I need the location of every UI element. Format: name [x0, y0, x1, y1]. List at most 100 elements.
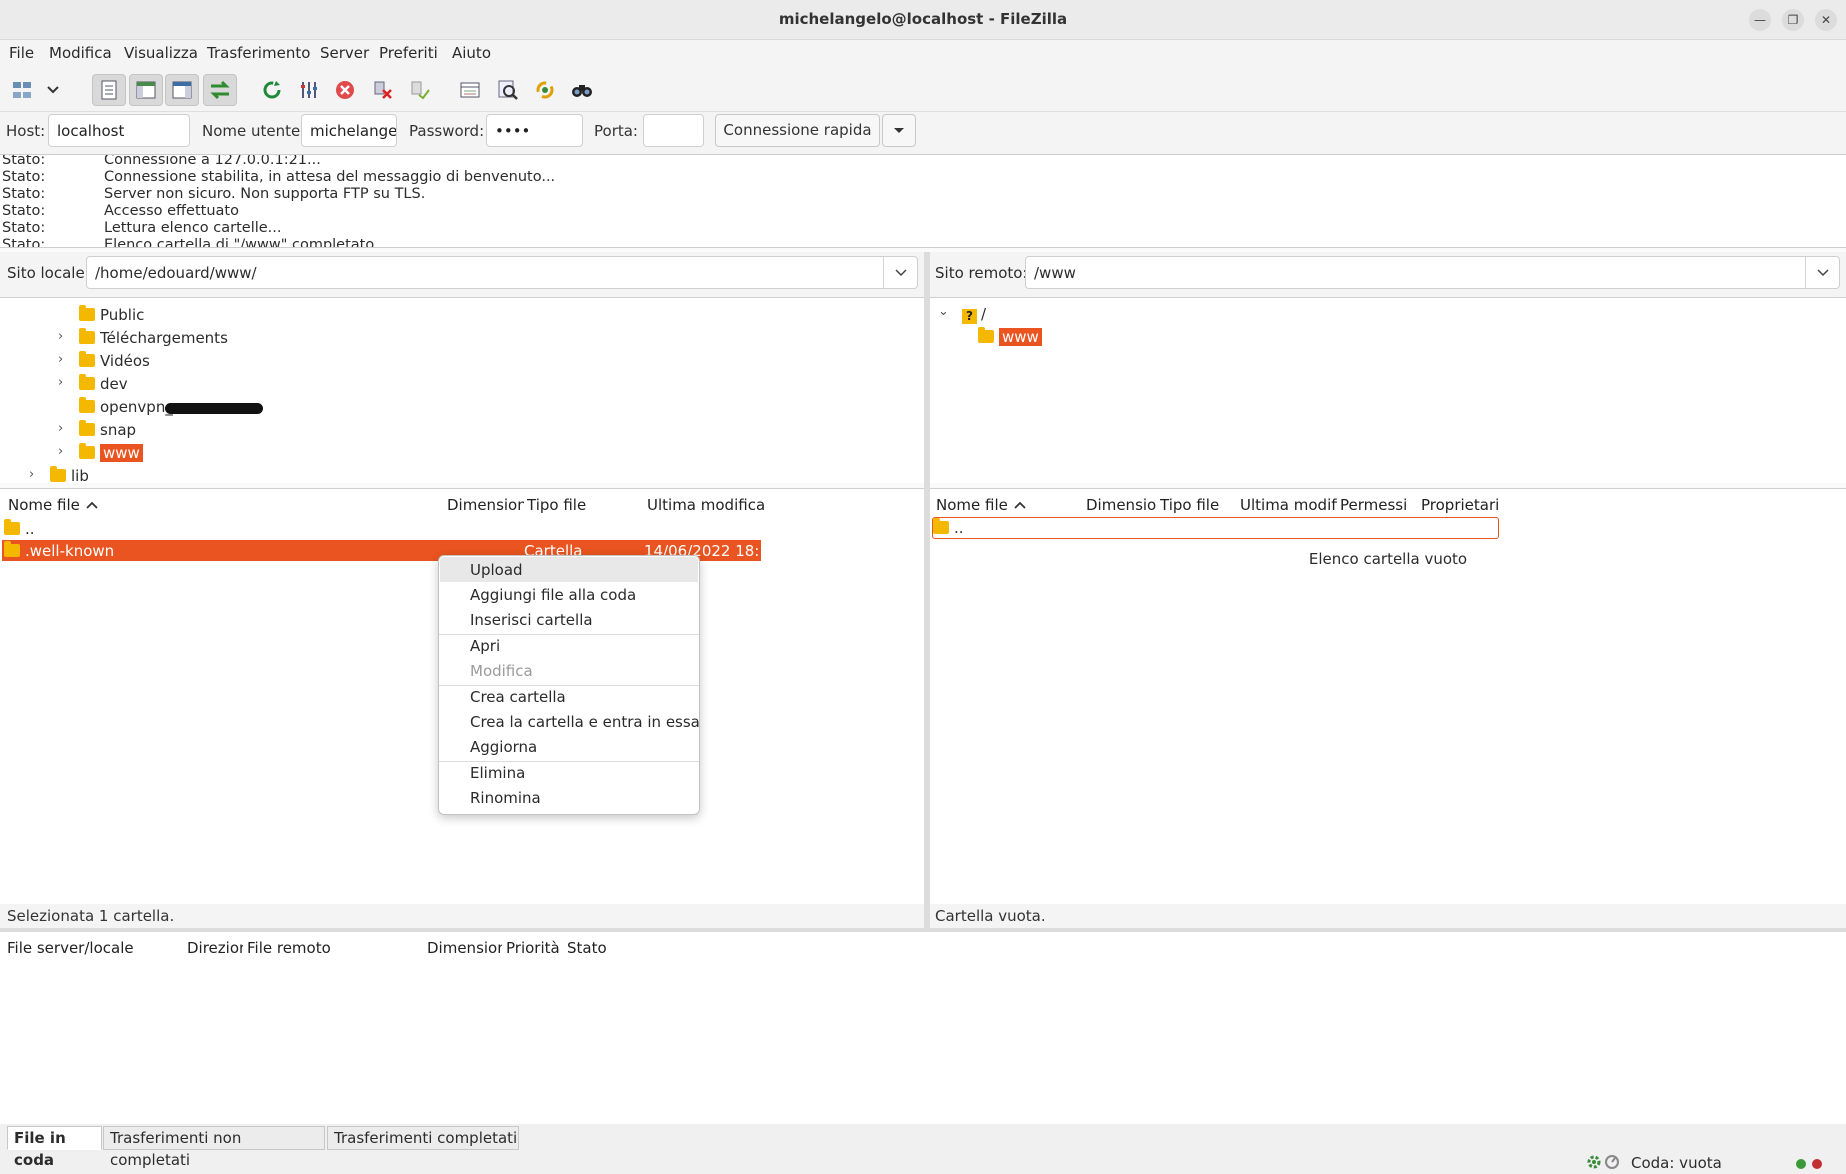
menu-visualizza[interactable]: Visualizza: [124, 44, 198, 62]
settings-gear-icon[interactable]: [1586, 1154, 1602, 1174]
chevron-down-icon[interactable]: [1805, 257, 1839, 288]
toolbar: [0, 68, 1846, 112]
menu-item-open[interactable]: Apri: [470, 637, 500, 655]
synchronized-browsing-icon[interactable]: [528, 74, 562, 106]
chevron-right-icon[interactable]: ›: [58, 444, 63, 459]
search-remote-icon[interactable]: [491, 74, 525, 106]
menu-trasferimento[interactable]: Trasferimento: [207, 44, 310, 62]
chevron-down-icon[interactable]: ⌄: [938, 304, 949, 319]
local-path-input[interactable]: /home/edouard/www/: [86, 256, 918, 289]
tab-trasferimenti-non-completati[interactable]: Trasferimenti non completati: [103, 1126, 325, 1169]
chevron-down-icon[interactable]: [883, 257, 917, 288]
menu-item-delete[interactable]: Elimina: [470, 764, 525, 782]
quickconnect-button[interactable]: Connessione rapida: [715, 114, 880, 147]
column-header-size[interactable]: Dimensione: [1086, 496, 1156, 514]
title-bar: michelangelo@localhost - FileZilla — ❐ ✕: [0, 0, 1846, 40]
menu-item-add-to-queue[interactable]: Aggiungi file alla coda: [470, 586, 636, 604]
quickconnect-dropdown-icon[interactable]: [882, 114, 916, 147]
host-label: Host:: [6, 122, 46, 140]
chevron-right-icon[interactable]: ›: [58, 352, 63, 367]
disconnect-icon[interactable]: [366, 74, 400, 106]
tree-item-selected[interactable]: www: [978, 326, 1042, 348]
reconnect-icon[interactable]: [403, 74, 437, 106]
column-header-type[interactable]: Tipo file: [1160, 496, 1219, 514]
tree-item[interactable]: snap: [79, 419, 136, 441]
remote-path-input[interactable]: /www: [1025, 256, 1840, 289]
password-input[interactable]: ••••: [486, 114, 583, 147]
file-name: .well-known: [4, 540, 114, 562]
column-header-type[interactable]: Tipo file: [527, 496, 586, 514]
remote-file-list: Nome file Dimensione Tipo file Ultima mo…: [930, 488, 1846, 904]
menu-item-create-folder[interactable]: Crea cartella: [470, 688, 566, 706]
chevron-right-icon[interactable]: ›: [58, 421, 63, 436]
tree-item[interactable]: dev: [79, 373, 128, 395]
queue-header-status[interactable]: Stato: [567, 939, 607, 957]
column-header-name[interactable]: Nome file: [8, 496, 99, 514]
tree-item[interactable]: openvpn_: [79, 396, 173, 418]
speed-limit-icon[interactable]: [1604, 1154, 1620, 1174]
cancel-icon[interactable]: [328, 74, 362, 106]
empty-list-message: Elenco cartella vuoto: [1308, 550, 1468, 568]
find-files-icon[interactable]: [565, 74, 599, 106]
username-input[interactable]: michelangel: [301, 114, 397, 147]
tab-file-in-coda[interactable]: File in coda: [7, 1126, 102, 1169]
restore-icon[interactable]: ❐: [1782, 9, 1804, 31]
column-header-size[interactable]: Dimensione: [447, 496, 524, 514]
menu-item-refresh[interactable]: Aggiorna: [470, 738, 537, 756]
menu-server[interactable]: Server: [320, 44, 369, 62]
tab-trasferimenti-completati[interactable]: Trasferimenti completati: [327, 1126, 519, 1150]
tree-item[interactable]: Téléchargements: [79, 327, 228, 349]
tree-item[interactable]: Vidéos: [79, 350, 150, 372]
file-row-focused[interactable]: [932, 517, 1499, 539]
column-header-name[interactable]: Nome file: [936, 496, 1027, 514]
queue-header-remote-file[interactable]: File remoto: [247, 939, 331, 957]
local-status-text: Selezionata 1 cartella.: [7, 907, 175, 925]
menu-item-create-folder-enter[interactable]: Crea la cartella e entra in essa: [470, 713, 700, 731]
refresh-icon[interactable]: [255, 74, 289, 106]
minimize-icon[interactable]: —: [1749, 9, 1771, 31]
host-input[interactable]: localhost: [48, 114, 190, 147]
chevron-right-icon[interactable]: ›: [29, 467, 34, 482]
menu-preferiti[interactable]: Preferiti: [379, 44, 438, 62]
tree-item-root[interactable]: ? /: [962, 303, 986, 325]
close-icon[interactable]: ✕: [1815, 9, 1837, 31]
local-path-bar: Sito locale: /home/edouard/www/: [0, 252, 924, 297]
tree-item[interactable]: lib: [50, 465, 89, 483]
menu-aiuto[interactable]: Aiuto: [452, 44, 491, 62]
column-header-modified[interactable]: Ultima modifica: [647, 496, 765, 514]
toggle-remote-tree-icon[interactable]: [165, 74, 199, 106]
column-header-permissions[interactable]: Permessi: [1340, 496, 1407, 514]
toggle-message-log-icon[interactable]: [92, 74, 126, 106]
queue-status-text: Coda: vuota: [1631, 1154, 1722, 1172]
tree-item[interactable]: Public: [79, 304, 144, 326]
site-manager-icon[interactable]: [5, 74, 39, 106]
unknown-folder-icon: ?: [962, 309, 977, 324]
column-header-owner[interactable]: Proprietario: [1421, 496, 1499, 514]
menu-item-rename[interactable]: Rinomina: [470, 789, 541, 807]
chevron-right-icon[interactable]: ›: [58, 329, 63, 344]
column-header-modified[interactable]: Ultima modifica: [1240, 496, 1337, 514]
menu-item-upload[interactable]: Upload: [470, 561, 523, 579]
queue-header-direction[interactable]: Direzione: [187, 939, 243, 957]
menu-file[interactable]: File: [9, 44, 34, 62]
filter-icon[interactable]: [292, 74, 326, 106]
folder-icon: [79, 351, 95, 367]
transfer-queue: File server/locale Direzione File remoto…: [0, 928, 1846, 1124]
toggle-transfer-queue-icon[interactable]: [203, 74, 237, 106]
port-input[interactable]: [643, 114, 704, 147]
directory-comparison-icon[interactable]: [453, 74, 487, 106]
menu-modifica[interactable]: Modifica: [49, 44, 112, 62]
file-row[interactable]: ..: [933, 517, 964, 539]
file-row[interactable]: ..: [4, 518, 35, 540]
queue-header-size[interactable]: Dimensione: [427, 939, 502, 957]
chevron-right-icon[interactable]: ›: [58, 375, 63, 390]
menu-item-insert-folder[interactable]: Inserisci cartella: [470, 611, 593, 629]
menu-separator: [439, 634, 699, 635]
local-path-value: /home/edouard/www/: [95, 264, 257, 282]
site-manager-dropdown-icon[interactable]: [40, 74, 66, 106]
queue-header-server-local[interactable]: File server/locale: [7, 939, 134, 957]
queue-header-priority[interactable]: Priorità: [506, 939, 560, 957]
tree-item-selected[interactable]: www: [79, 442, 143, 464]
menu-bar: File Modifica Visualizza Trasferimento S…: [0, 40, 1846, 68]
toggle-local-tree-icon[interactable]: [129, 74, 163, 106]
